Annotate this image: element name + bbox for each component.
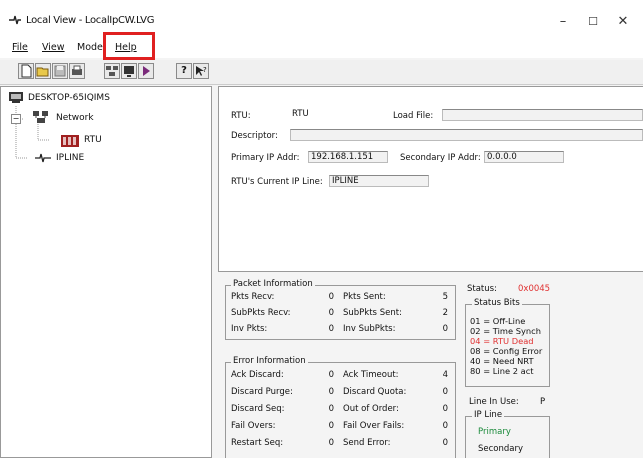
run-icon[interactable] [138, 63, 154, 79]
descriptor-label: Descriptor: [231, 131, 278, 141]
inv-subpkts-label: Inv SubPkts: [343, 324, 396, 334]
ip-line-primary: Primary [478, 427, 511, 437]
computer-icon [8, 91, 24, 107]
current-ip-line-field: IPLINE [329, 175, 429, 187]
subpkts-sent-label: SubPkts Sent: [343, 308, 402, 318]
discard-seq-value: 0 [328, 404, 334, 414]
close-button[interactable]: ✕ [608, 10, 638, 34]
status-bits-list: 01 = Off-Line 02 = Time Synch 04 = RTU D… [470, 316, 542, 376]
subpkts-recv-value: 0 [328, 308, 334, 318]
menu-mode[interactable]: Mode [77, 42, 103, 53]
discard-seq-label: Discard Seq: [231, 404, 285, 414]
network-node-icon [32, 110, 50, 127]
new-file-icon[interactable] [18, 63, 34, 79]
rtu-label: RTU: [231, 111, 251, 121]
current-ip-line-label: RTU's Current IP Line: [231, 177, 323, 187]
tree-item-network[interactable]: Network [56, 113, 94, 123]
minimize-button[interactable]: – [548, 10, 578, 34]
app-icon [8, 14, 22, 26]
subpkts-recv-label: SubPkts Recv: [231, 308, 291, 318]
inv-pkts-value: 0 [328, 324, 334, 334]
discard-purge-value: 0 [328, 387, 334, 397]
ack-timeout-value: 4 [442, 370, 448, 380]
fail-over-fails-value: 0 [442, 421, 448, 431]
pkts-sent-value: 5 [442, 292, 448, 302]
send-error-label: Send Error: [343, 438, 391, 448]
status-bit-item: 80 = Line 2 act [470, 366, 534, 376]
maximize-button[interactable]: ☐ [578, 10, 608, 34]
about-icon[interactable]: ? [176, 63, 192, 79]
menu-view[interactable]: View [42, 42, 65, 53]
inv-subpkts-value: 0 [442, 324, 448, 334]
primary-ip-label: Primary IP Addr: [231, 153, 300, 163]
ack-discard-label: Ack Discard: [231, 370, 284, 380]
discard-quota-label: Discard Quota: [343, 387, 407, 397]
tree-item-rtu[interactable]: RTU [84, 135, 102, 145]
rtu-field: RTU [292, 109, 309, 119]
load-file-label: Load File: [393, 111, 434, 121]
collapse-toggle-icon[interactable]: − [11, 114, 21, 124]
discard-purge-label: Discard Purge: [231, 387, 293, 397]
fail-overs-label: Fail Overs: [231, 421, 276, 431]
ack-timeout-label: Ack Timeout: [343, 370, 399, 380]
secondary-ip-field: 0.0.0.0 [484, 151, 564, 163]
tree-item-ipline[interactable]: IPLINE [56, 153, 84, 163]
open-folder-icon[interactable] [35, 63, 51, 79]
line-in-use-label: Line In Use: [469, 397, 519, 407]
out-of-order-value: 0 [442, 404, 448, 414]
out-of-order-label: Out of Order: [343, 404, 399, 414]
line-in-use-value: P [540, 397, 546, 407]
packet-info-title: Packet Information [231, 279, 315, 289]
tree-item-computer[interactable]: DESKTOP-65IQIMS [28, 93, 110, 103]
print-icon[interactable] [69, 63, 85, 79]
monitor-icon[interactable] [121, 63, 137, 79]
error-info-title: Error Information [231, 356, 308, 366]
status-bit-item: 01 = Off-Line [470, 316, 526, 326]
svg-text:?: ? [203, 66, 207, 74]
primary-ip-field: 192.168.1.151 [308, 151, 388, 163]
restart-seq-value: 0 [328, 438, 334, 448]
discard-quota-value: 0 [442, 387, 448, 397]
status-bit-item: 40 = Need NRT [470, 356, 534, 366]
restart-seq-label: Restart Seq: [231, 438, 284, 448]
status-value: 0x0045 [518, 284, 551, 294]
status-bits-title: Status Bits [472, 298, 522, 308]
load-file-field [442, 109, 643, 121]
pkts-recv-label: Pkts Recv: [231, 292, 275, 302]
context-help-icon[interactable]: ? [193, 63, 209, 79]
descriptor-field [290, 129, 643, 141]
rtu-icon [60, 132, 80, 151]
toolbar [0, 60, 643, 85]
network-icon[interactable] [104, 63, 120, 79]
ack-discard-value: 0 [328, 370, 334, 380]
ip-line-title: IP Line [472, 410, 505, 420]
subpkts-sent-value: 2 [442, 308, 448, 318]
save-icon[interactable] [52, 63, 68, 79]
pkts-recv-value: 0 [328, 292, 334, 302]
status-bit-item: 04 = RTU Dead [470, 336, 534, 346]
fail-overs-value: 0 [328, 421, 334, 431]
menu-file[interactable]: File [12, 42, 28, 53]
help-highlight-box [103, 32, 155, 60]
status-bit-item: 08 = Config Error [470, 346, 543, 356]
window-title: Local View - LocalIpCW.LVG [26, 15, 155, 26]
fail-over-fails-label: Fail Over Fails: [343, 421, 405, 431]
inv-pkts-label: Inv Pkts: [231, 324, 268, 334]
status-bit-item: 02 = Time Synch [470, 326, 541, 336]
pkts-sent-label: Pkts Sent: [343, 292, 386, 302]
secondary-ip-label: Secondary IP Addr: [400, 153, 481, 163]
send-error-value: 0 [442, 438, 448, 448]
status-label: Status: [467, 284, 497, 294]
ip-line-secondary: Secondary [478, 444, 524, 454]
ipline-icon [34, 153, 52, 166]
